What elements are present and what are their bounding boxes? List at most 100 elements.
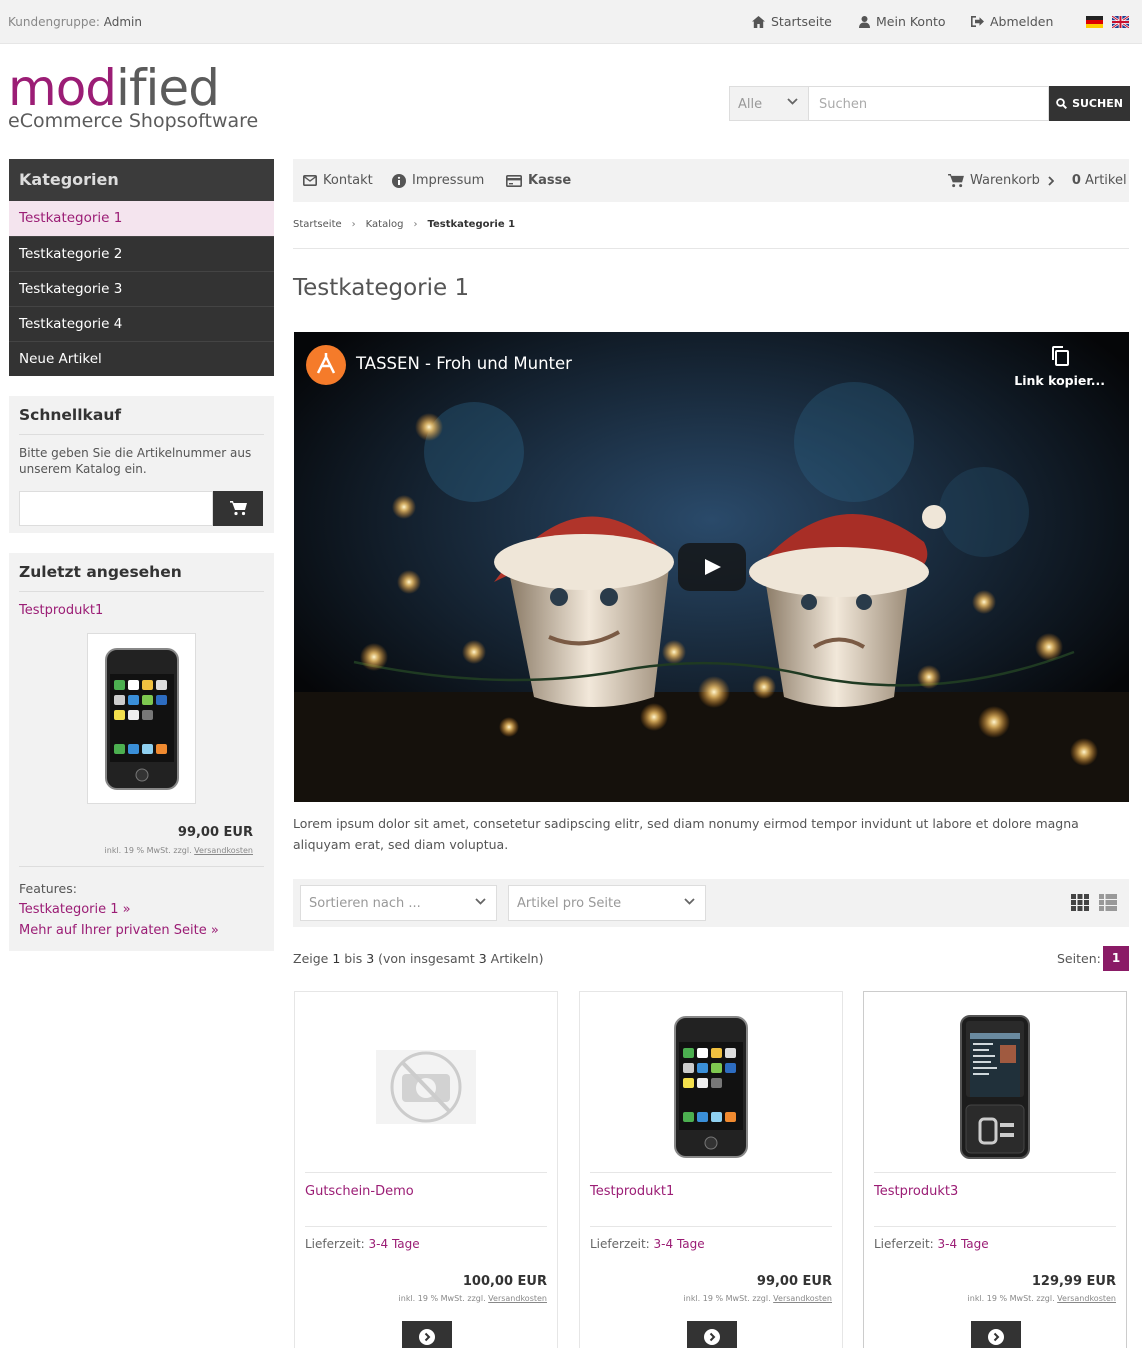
recently-viewed-box: Zuletzt angesehen Testprodukt1 99,00 EUR… — [9, 553, 274, 951]
search-bar: Alle Suchen SUCHEN — [729, 86, 1130, 121]
product-card: Gutschein-Demo Lieferzeit: 3-4 Tage 100,… — [294, 991, 558, 1348]
per-page-select[interactable]: Artikel pro Seite — [508, 885, 706, 921]
recently-viewed-title: Zuletzt angesehen — [19, 563, 264, 592]
home-icon — [752, 15, 765, 28]
logout-icon — [971, 16, 984, 27]
video-player[interactable]: TASSEN - Froh und Munter Link kopier... — [294, 332, 1129, 802]
page-button-current[interactable]: 1 — [1103, 946, 1129, 971]
product-image[interactable] — [590, 1004, 832, 1170]
product-details-button[interactable] — [971, 1321, 1021, 1348]
category-menu: Kategorien Testkategorie 1 Testkategorie… — [9, 159, 274, 376]
shop-logo[interactable]: modified eCommerce Shopsoftware — [8, 62, 258, 132]
search-input[interactable]: Suchen — [809, 86, 1049, 121]
search-icon — [1056, 98, 1068, 109]
product-price: 100,00 EUR — [462, 1274, 547, 1289]
category-item[interactable]: Testkategorie 4 — [9, 306, 274, 341]
breadcrumb-link[interactable]: Katalog — [366, 219, 404, 230]
cart-icon — [948, 173, 964, 187]
recent-product-vat: inkl. 19 % MwSt. zzgl. Versandkosten — [104, 846, 253, 855]
quickbuy-box: Schnellkauf Bitte geben Sie die Artikeln… — [9, 396, 274, 533]
flag-en-icon[interactable] — [1112, 16, 1129, 28]
chevron-right-icon: › — [413, 219, 418, 230]
category-item[interactable]: Neue Artikel — [9, 341, 274, 376]
copy-icon — [1051, 346, 1069, 366]
product-name-link[interactable]: Gutschein-Demo — [305, 1184, 414, 1199]
feature-link[interactable]: Testkategorie 1 » — [19, 902, 131, 917]
nav-checkout[interactable]: Kasse — [506, 173, 571, 188]
pages-label: Seiten: — [1057, 951, 1101, 966]
grid-view-icon[interactable] — [1071, 894, 1089, 911]
breadcrumb-link[interactable]: Startseite — [293, 219, 342, 230]
recent-product-price: 99,00 EUR — [177, 825, 253, 840]
nav-imprint[interactable]: Impressum — [392, 173, 484, 188]
list-view-icon[interactable] — [1099, 894, 1117, 911]
chevron-down-icon — [684, 898, 695, 905]
flag-de-icon[interactable] — [1086, 16, 1103, 28]
copy-link-button[interactable]: Link kopier... — [1014, 345, 1105, 388]
product-image[interactable] — [305, 1004, 547, 1170]
product-details-button[interactable] — [402, 1321, 452, 1348]
product-vat: inkl. 19 % MwSt. zzgl. Versandkosten — [683, 1294, 832, 1303]
recent-product-image[interactable] — [87, 633, 196, 804]
product-image[interactable] — [874, 1004, 1116, 1170]
product-details-button[interactable] — [687, 1321, 737, 1348]
logo-wordmark: modified — [8, 59, 220, 117]
category-description: Lorem ipsum dolor sit amet, consetetur s… — [293, 816, 1079, 852]
product-card: Testprodukt3 Lieferzeit: 3-4 Tage 129,99… — [863, 991, 1127, 1348]
info-icon — [392, 173, 406, 188]
product-vat: inkl. 19 % MwSt. zzgl. Versandkosten — [967, 1294, 1116, 1303]
main-nav: Kontakt Impressum Kasse Warenkorb 0 Arti… — [293, 159, 1129, 202]
mobile-phone-icon — [960, 1015, 1030, 1159]
channel-avatar[interactable] — [306, 345, 346, 385]
top-link-logout[interactable]: Abmelden — [971, 14, 1053, 29]
search-category-select[interactable]: Alle — [729, 86, 809, 121]
customer-group: Kundengruppe: Admin — [8, 15, 142, 29]
result-count: Zeige 1 bis 3 (von insgesamt 3 Artikeln) — [293, 951, 544, 966]
features-label: Features: — [19, 881, 77, 896]
smartphone-icon — [104, 647, 179, 790]
logo-subtitle: eCommerce Shopsoftware — [8, 110, 259, 132]
quickbuy-text: Bitte geben Sie die Artikelnummer aus un… — [19, 446, 252, 476]
video-title[interactable]: TASSEN - Froh und Munter — [356, 354, 572, 373]
top-bar: Kundengruppe: Admin Startseite Mein Kont… — [0, 0, 1142, 44]
listing-toolbar: Sortieren nach ... Artikel pro Seite — [293, 879, 1129, 927]
shipping-link[interactable]: Versandkosten — [773, 1294, 832, 1303]
envelope-icon — [303, 175, 317, 186]
recent-product-link[interactable]: Testprodukt1 — [19, 603, 264, 618]
product-vat: inkl. 19 % MwSt. zzgl. Versandkosten — [398, 1294, 547, 1303]
smartphone-icon — [674, 1016, 748, 1158]
shipping-link[interactable]: Versandkosten — [488, 1294, 547, 1303]
nav-contact[interactable]: Kontakt — [303, 173, 373, 188]
delivery-time: Lieferzeit: 3-4 Tage — [874, 1237, 989, 1251]
product-price: 129,99 EUR — [1031, 1274, 1116, 1289]
play-icon — [705, 559, 721, 575]
page-title: Testkategorie 1 — [293, 275, 470, 301]
chevron-right-icon: › — [351, 219, 356, 230]
category-item[interactable]: Testkategorie 2 — [9, 236, 274, 271]
sort-select[interactable]: Sortieren nach ... — [300, 885, 497, 921]
chevron-right-icon — [1048, 175, 1054, 186]
shipping-link[interactable]: Versandkosten — [1057, 1294, 1116, 1303]
play-button[interactable] — [678, 543, 746, 591]
chevron-down-icon — [475, 898, 486, 905]
category-item[interactable]: Testkategorie 3 — [9, 271, 274, 306]
cart-icon — [229, 501, 247, 516]
chevron-down-icon — [787, 98, 798, 105]
product-name-link[interactable]: Testprodukt1 — [590, 1184, 674, 1199]
quickbuy-cart-button[interactable] — [213, 491, 263, 526]
channel-logo-icon — [316, 353, 336, 374]
category-item[interactable]: Testkategorie 1 — [9, 201, 274, 236]
delivery-time: Lieferzeit: 3-4 Tage — [590, 1237, 705, 1251]
top-link-account[interactable]: Mein Konto — [859, 14, 946, 29]
product-card: Testprodukt1 Lieferzeit: 3-4 Tage 99,00 … — [579, 991, 843, 1348]
chevron-circle-right-icon — [704, 1328, 720, 1345]
feature-link[interactable]: Mehr auf Ihrer privaten Seite » — [19, 923, 219, 938]
top-link-home[interactable]: Startseite — [752, 14, 832, 29]
nav-cart[interactable]: Warenkorb 0 Artikel — [948, 173, 1127, 188]
chevron-circle-right-icon — [419, 1328, 435, 1345]
search-button[interactable]: SUCHEN — [1049, 86, 1130, 121]
credit-card-icon — [506, 174, 522, 187]
shipping-link[interactable]: Versandkosten — [194, 846, 253, 855]
product-name-link[interactable]: Testprodukt3 — [874, 1184, 958, 1199]
article-number-input[interactable] — [19, 491, 213, 526]
